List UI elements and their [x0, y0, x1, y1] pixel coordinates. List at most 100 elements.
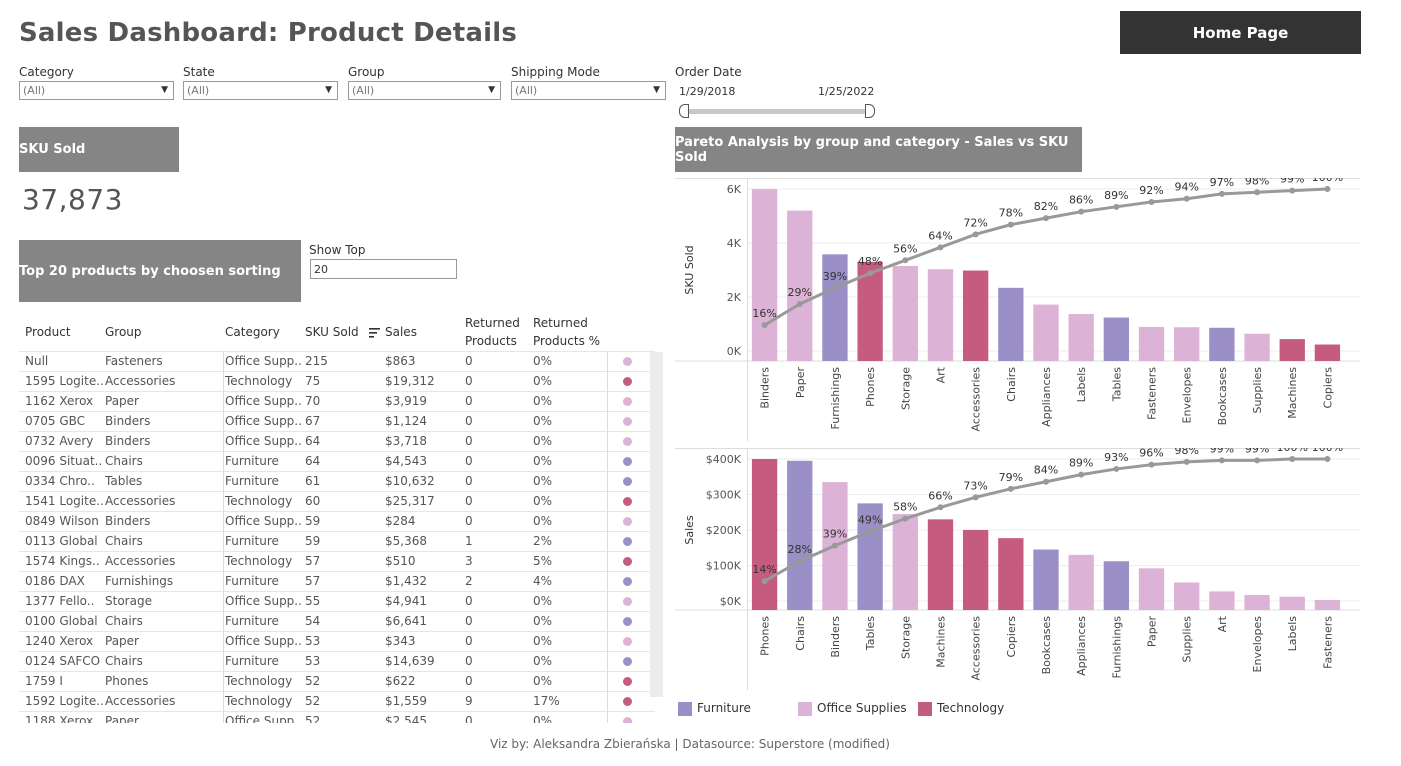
x-tick-label: Chairs: [794, 616, 807, 651]
column-header-product[interactable]: Product: [25, 323, 71, 341]
cell-product: 1541 Logite..: [25, 494, 104, 508]
bar-fasteners: [1138, 326, 1165, 361]
cumulative-point: [1113, 465, 1120, 472]
cell-sku: 52: [305, 674, 321, 688]
cumulative-label: 29%: [788, 286, 812, 299]
sku-sold-pareto-chart: 0K 2K 4K 6K SKU Sold Binders Paper Furnishings P…: [675, 178, 1360, 441]
cumulative-point: [902, 257, 909, 264]
bar-supplies: [1244, 333, 1270, 361]
bar-paper: [1138, 568, 1165, 610]
cumulative-point: [937, 244, 944, 251]
cell-sales: $1,124: [385, 414, 427, 428]
table-row[interactable]: 0334 Chro.. Tables Furniture 61 $10,632 0 0%: [19, 471, 655, 491]
table-row[interactable]: 0124 SAFCO Chairs Furniture 53 $14,639 0 0%: [19, 651, 655, 671]
cumulative-point: [867, 528, 874, 535]
cell-returned: 0: [465, 394, 473, 408]
shipping-mode-filter-select[interactable]: (All) ▼: [511, 81, 666, 100]
table-row[interactable]: 1595 Logite.. Accessories Technology 75 $19,…: [19, 371, 655, 391]
legend-label-technology[interactable]: Technology: [937, 701, 1004, 715]
column-header-category[interactable]: Category: [225, 323, 280, 341]
group-filter-select[interactable]: (All) ▼: [348, 81, 501, 100]
cumulative-label: 14%: [752, 563, 776, 576]
table-row[interactable]: 1162 Xerox Paper Office Supp.. 70 $3,919 0 0%: [19, 391, 655, 411]
order-date-start-handle[interactable]: [679, 104, 689, 118]
cell-returned: 0: [465, 714, 473, 723]
cell-pct: 0%: [533, 494, 553, 508]
cell-returned: 0: [465, 354, 473, 368]
cell-sku: 54: [305, 614, 321, 628]
order-date-end-handle[interactable]: [865, 104, 875, 118]
category-filter-label: Category: [19, 65, 74, 79]
cumulative-label: 28%: [788, 543, 812, 556]
table-scrollbar[interactable]: [650, 352, 663, 697]
sort-descending-icon[interactable]: [368, 327, 381, 338]
cumulative-point: [796, 301, 803, 308]
category-dot: [623, 497, 632, 506]
table-row[interactable]: 1541 Logite.. Accessories Technology 60 $25,…: [19, 491, 655, 511]
legend-swatch-furniture[interactable]: [678, 702, 692, 716]
x-tick-label: Phones: [759, 616, 772, 656]
order-date-slider-track[interactable]: [681, 109, 873, 114]
table-row[interactable]: 0096 Situat.. Chairs Furniture 64 $4,543 0 0%: [19, 451, 655, 471]
column-header-returned[interactable]: Returned Products: [465, 314, 527, 350]
category-dot: [623, 477, 632, 486]
cell-sku: 52: [305, 694, 321, 708]
state-filter-select[interactable]: (All) ▼: [183, 81, 338, 100]
table-row[interactable]: Null Fasteners Office Supp.. 215 $863 0 0%: [19, 351, 655, 371]
y-tick-label: $300K: [706, 489, 742, 502]
column-header-group[interactable]: Group: [105, 323, 142, 341]
table-row[interactable]: 1592 Logite.. Accessories Technology 52 $1,5…: [19, 691, 655, 711]
cell-group: Binders: [105, 434, 151, 448]
cell-product: 0705 GBC: [25, 414, 86, 428]
legend-label-office-supplies[interactable]: Office Supplies: [817, 701, 907, 715]
cell-sku: 60: [305, 494, 321, 508]
show-top-input[interactable]: [310, 259, 457, 279]
cumulative-point: [1183, 458, 1190, 465]
bar-storage: [892, 514, 918, 610]
table-row[interactable]: 1188 Xerox Paper Office Supp.. 52 $2,545 0 0%: [19, 711, 655, 723]
column-header-sku-sold[interactable]: SKU Sold: [305, 323, 381, 341]
cell-product: 1574 Kings..: [25, 554, 100, 568]
table-row[interactable]: 0113 Global Chairs Furniture 59 $5,368 1 2%: [19, 531, 655, 551]
cell-returned: 2: [465, 574, 473, 588]
table-row[interactable]: 1759 I Phones Technology 52 $622 0 0%: [19, 671, 655, 691]
table-row[interactable]: 0849 Wilson Binders Office Supp.. 59 $284 0 0%: [19, 511, 655, 531]
table-row[interactable]: 0732 Avery Binders Office Supp.. 64 $3,718 0 0…: [19, 431, 655, 451]
table-row[interactable]: 0186 DAX Furnishings Furniture 57 $1,432 2 4%: [19, 571, 655, 591]
table-row[interactable]: 1377 Fello.. Storage Office Supp.. 55 $4,941…: [19, 591, 655, 611]
column-header-returned-pct[interactable]: Returned Products %: [533, 314, 613, 350]
cumulative-point: [902, 515, 909, 522]
table-row[interactable]: 1574 Kings.. Accessories Technology 57 $510 3…: [19, 551, 655, 571]
cumulative-label: 89%: [1069, 457, 1093, 470]
cumulative-point: [761, 322, 768, 329]
legend-swatch-office-supplies[interactable]: [798, 702, 812, 716]
table-row[interactable]: 0705 GBC Binders Office Supp.. 67 $1,124 0 0%: [19, 411, 655, 431]
legend-label-furniture[interactable]: Furniture: [697, 701, 751, 715]
cumulative-point: [1148, 461, 1155, 468]
home-page-button[interactable]: Home Page: [1120, 11, 1361, 54]
cell-sales: $3,718: [385, 434, 427, 448]
bar-accessories: [962, 530, 989, 610]
cell-product: 1240 Xerox: [25, 634, 94, 648]
cell-category: Technology: [225, 694, 293, 708]
cell-group: Paper: [105, 394, 139, 408]
category-filter-select[interactable]: (All) ▼: [19, 81, 174, 100]
cell-pct: 17%: [533, 694, 560, 708]
cell-category: Technology: [225, 674, 293, 688]
cumulative-label: 86%: [1069, 194, 1093, 207]
category-dot: [623, 377, 632, 386]
category-dot: [623, 537, 632, 546]
column-header-sales[interactable]: Sales: [385, 323, 417, 341]
cell-group: Furnishings: [105, 574, 174, 588]
cell-product: 1377 Fello..: [25, 594, 95, 608]
cell-sales: $2,545: [385, 714, 427, 723]
table-row[interactable]: 0100 Global Chairs Furniture 54 $6,641 0 0%: [19, 611, 655, 631]
table-row[interactable]: 1240 Xerox Paper Office Supp.. 53 $343 0 0%: [19, 631, 655, 651]
cumulative-point: [796, 558, 803, 565]
x-tick-label: Paper: [1146, 616, 1159, 648]
cumulative-label: 98%: [1245, 178, 1269, 187]
bar-copiers: [1314, 344, 1341, 361]
cell-sales: $622: [385, 674, 416, 688]
cell-category: Furniture: [225, 654, 279, 668]
legend-swatch-technology[interactable]: [918, 702, 932, 716]
